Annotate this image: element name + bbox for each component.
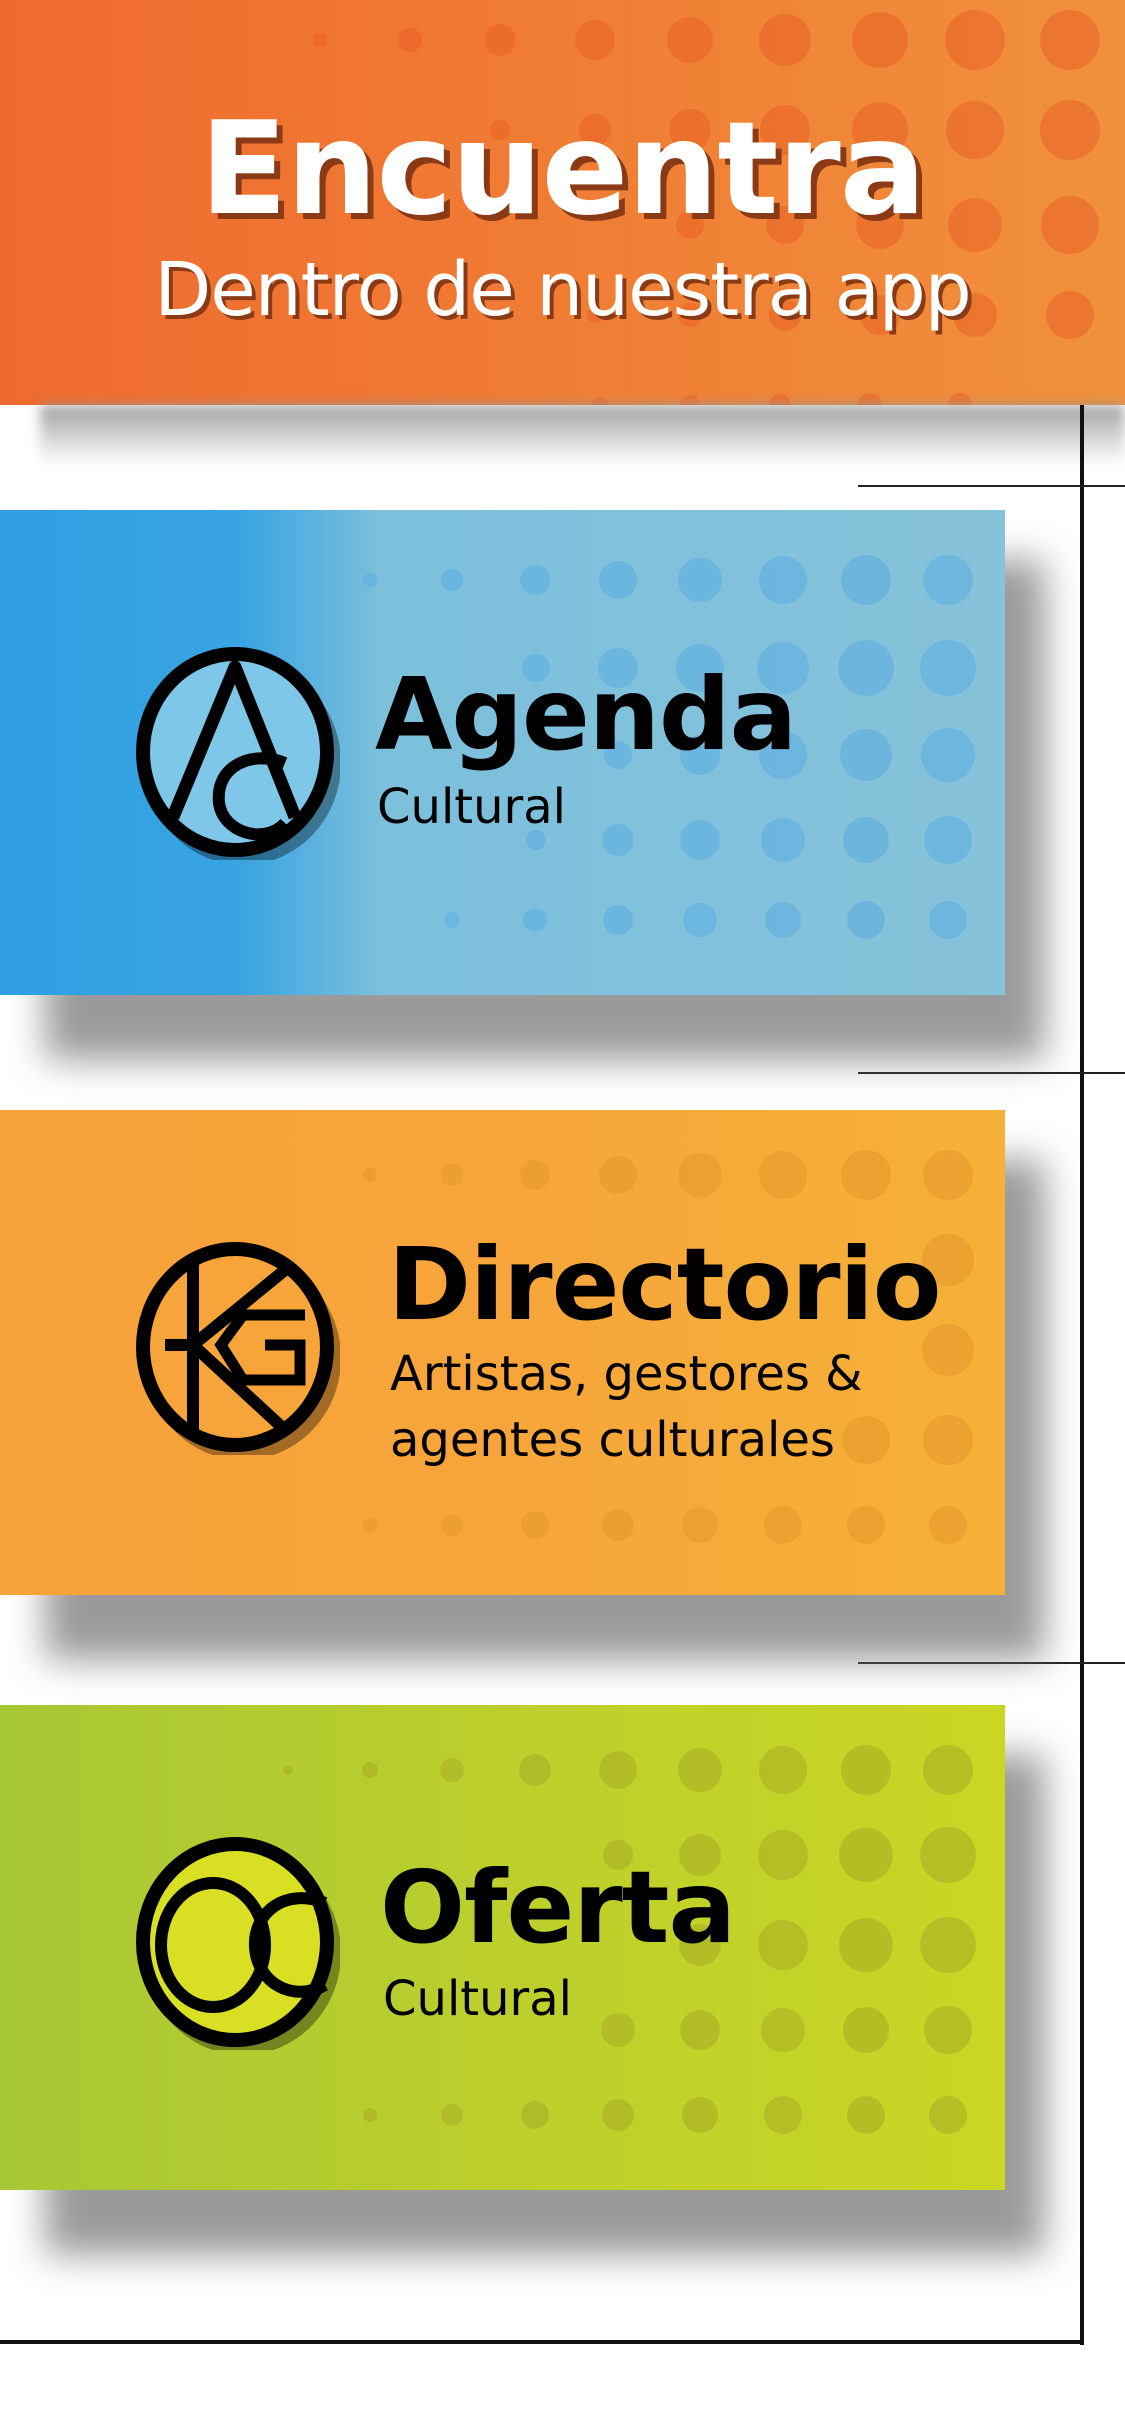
oferta-title: Oferta — [380, 1849, 736, 1966]
page-subtitle: Dentro de nuestra app — [154, 247, 972, 333]
oferta-cultural-card[interactable]: Oferta Cultural — [0, 1705, 1005, 2190]
directorio-card[interactable]: Directorio Artistas, gestores & agentes … — [0, 1110, 1005, 1595]
header-shadow — [40, 405, 1125, 465]
oferta-subtitle: Cultural — [383, 1971, 572, 2027]
directorio-logo-icon — [136, 1242, 340, 1455]
directorio-title: Directorio — [388, 1226, 941, 1343]
agenda-subtitle: Cultural — [377, 779, 566, 835]
divider-line — [858, 1072, 1125, 1074]
directorio-subtitle-line1: Artistas, gestores & — [390, 1346, 863, 1402]
header-banner: Encuentra Dentro de nuestra app — [0, 0, 1125, 405]
divider-line — [858, 485, 1125, 487]
frame-right-line — [1080, 405, 1084, 2345]
agenda-cultural-card[interactable]: Agenda Cultural — [0, 510, 1005, 995]
directorio-subtitle-line2: agentes culturales — [390, 1412, 835, 1468]
frame-bottom-line — [0, 2340, 1084, 2344]
page-title: Encuentra — [199, 95, 926, 244]
oferta-logo-icon — [136, 1837, 340, 2050]
divider-line — [858, 1662, 1125, 1664]
agenda-title: Agenda — [375, 656, 797, 773]
agenda-logo-icon — [136, 647, 340, 860]
